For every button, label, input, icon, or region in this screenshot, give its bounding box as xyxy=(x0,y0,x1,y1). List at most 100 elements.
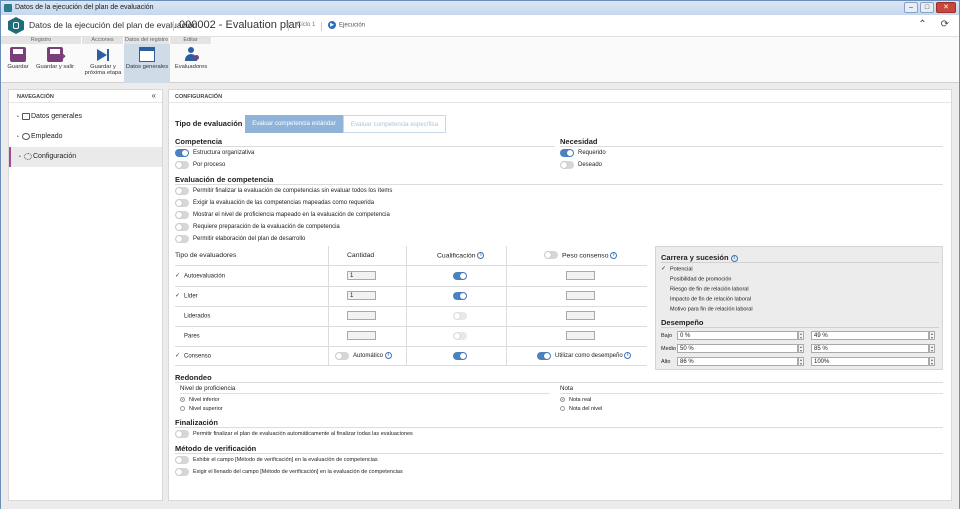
career-succession-panel: Carrera y sucesión i ✓ Potencial Posibili… xyxy=(655,246,943,370)
performance-from-input[interactable]: 0 % xyxy=(677,331,798,340)
row-peers: Pares xyxy=(175,333,200,340)
save-and-exit-button[interactable]: ➜ Guardar y salir xyxy=(34,45,76,83)
nav-item-employee[interactable]: • Empleado xyxy=(9,127,162,147)
qualification-toggle[interactable] xyxy=(453,332,467,340)
competence-option-toggle[interactable] xyxy=(175,235,189,243)
required-toggle[interactable] xyxy=(560,149,574,157)
ribbon-group-editar: Editar Evaluadores xyxy=(170,37,212,83)
info-icon[interactable]: i xyxy=(477,252,485,259)
document-title: 000002 - Evaluation plan xyxy=(179,19,301,31)
spinner-icon[interactable]: ▴ ▾ xyxy=(798,344,804,353)
minimize-button[interactable]: – xyxy=(904,2,918,13)
check-icon[interactable]: ✓ xyxy=(175,273,181,279)
qualification-toggle[interactable] xyxy=(453,312,467,320)
performance-to-input[interactable]: 100% xyxy=(811,357,929,366)
weight-input[interactable] xyxy=(566,271,595,280)
spinner-icon[interactable]: ▴ ▾ xyxy=(798,331,804,340)
require-method-toggle[interactable] xyxy=(175,468,189,476)
lower-level-option[interactable]: Nivel inferior xyxy=(180,397,220,403)
col-consensus-weight-label: Peso consenso xyxy=(562,252,609,260)
performance-from-input[interactable]: 86 % xyxy=(677,357,798,366)
info-icon[interactable]: i xyxy=(730,254,738,262)
quantity-input[interactable]: 1 xyxy=(347,291,376,300)
checkbox-icon[interactable] xyxy=(661,296,667,302)
competence-option-toggle[interactable] xyxy=(175,199,189,207)
spinner-icon[interactable]: ▴ ▾ xyxy=(929,331,935,340)
radio-icon[interactable] xyxy=(560,406,565,412)
checkbox-icon[interactable] xyxy=(661,286,667,292)
collapse-header-icon[interactable]: ⌃ xyxy=(918,19,926,30)
radio-icon[interactable] xyxy=(180,406,185,412)
performance-to-input[interactable]: 49 % xyxy=(811,331,929,340)
career-title-text: Carrera y sucesión xyxy=(661,253,729,262)
weight-input[interactable] xyxy=(566,291,595,300)
evaluators-button[interactable]: Evaluadores xyxy=(170,45,212,83)
check-icon[interactable]: ✓ xyxy=(661,266,667,272)
show-method-toggle[interactable] xyxy=(175,456,189,464)
general-data-label: Datos generales xyxy=(125,64,169,70)
general-data-button[interactable]: Datos generales xyxy=(124,45,170,83)
lower-level-label: Nivel inferior xyxy=(189,397,220,403)
checkbox-icon[interactable] xyxy=(661,306,667,312)
consensus-weight-toggle[interactable] xyxy=(544,251,558,259)
row-leader: ✓ Líder xyxy=(175,293,198,300)
ribbon-group-label: Acciones xyxy=(82,37,124,44)
checkbox-icon[interactable] xyxy=(661,276,667,282)
level-grade-option[interactable]: Nota del nivel xyxy=(560,406,602,412)
nav-item-configuration[interactable]: • Configuración xyxy=(9,147,162,167)
qualification-toggle[interactable] xyxy=(453,292,467,300)
require-method-label: Exigir el llenado del campo [Método de v… xyxy=(193,469,403,475)
row-label: Liderados xyxy=(184,313,211,320)
checkbox-icon[interactable] xyxy=(175,333,181,339)
evaluation-type-toggle: Evaluar competencia estándar Evaluar com… xyxy=(245,115,446,133)
by-process-toggle[interactable] xyxy=(175,161,189,169)
check-icon[interactable]: ✓ xyxy=(175,293,181,299)
auto-finalize-toggle[interactable] xyxy=(175,430,189,438)
use-as-performance-toggle[interactable] xyxy=(537,352,551,360)
info-icon[interactable]: i xyxy=(384,352,392,359)
save-next-step-button[interactable]: Guardar y próxima etapa xyxy=(82,45,124,83)
need-section-title: Necesidad xyxy=(560,137,598,146)
refresh-icon[interactable]: ⟳ xyxy=(941,19,949,30)
qualification-toggle[interactable] xyxy=(453,352,467,360)
automatic-toggle[interactable] xyxy=(335,352,349,360)
real-grade-option[interactable]: Nota real xyxy=(560,397,591,403)
maximize-button[interactable]: □ xyxy=(920,2,934,13)
save-button[interactable]: Guardar xyxy=(3,45,33,83)
weight-input[interactable] xyxy=(566,311,595,320)
org-structure-toggle[interactable] xyxy=(175,149,189,157)
quantity-input[interactable] xyxy=(347,331,376,340)
competence-option-toggle[interactable] xyxy=(175,211,189,219)
spinner-icon[interactable]: ▴ ▾ xyxy=(929,344,935,353)
specific-competence-option[interactable]: Evaluar competencia específica xyxy=(343,115,446,133)
nav-item-general-data[interactable]: • Datos generales xyxy=(9,107,162,127)
radio-icon[interactable] xyxy=(180,397,185,403)
desired-toggle[interactable] xyxy=(560,161,574,169)
competence-option-toggle[interactable] xyxy=(175,187,189,195)
users-icon xyxy=(183,47,199,62)
ribbon-group-registro: Registro Guardar ➜ Guardar y salir xyxy=(1,37,82,83)
quantity-input[interactable] xyxy=(347,311,376,320)
close-button[interactable]: ✕ xyxy=(936,2,956,13)
radio-icon[interactable] xyxy=(560,397,565,403)
checkbox-icon[interactable] xyxy=(175,313,181,319)
col-evaluator-type: Tipo de evaluadores xyxy=(175,252,237,259)
check-icon[interactable]: ✓ xyxy=(175,353,181,359)
org-structure-label: Estructura organizativa xyxy=(193,150,255,156)
competence-option-toggle[interactable] xyxy=(175,223,189,231)
standard-competence-option[interactable]: Evaluar competencia estándar xyxy=(245,115,343,133)
quantity-input[interactable]: 1 xyxy=(347,271,376,280)
weight-input[interactable] xyxy=(566,331,595,340)
collapse-nav-icon[interactable]: « xyxy=(152,91,156,100)
spinner-icon[interactable]: ▴ ▾ xyxy=(929,357,935,366)
qualification-toggle[interactable] xyxy=(453,272,467,280)
ribbon-toolbar: Registro Guardar ➜ Guardar y salir Accio… xyxy=(1,37,959,83)
col-quantity: Cantidad xyxy=(347,252,375,259)
performance-from-input[interactable]: 50 % xyxy=(677,344,798,353)
performance-to-input[interactable]: 85 % xyxy=(811,344,929,353)
info-icon[interactable]: i xyxy=(624,352,632,359)
career-item: Posibilidad de promoción xyxy=(661,276,731,282)
spinner-icon[interactable]: ▴ ▾ xyxy=(798,357,804,366)
upper-level-option[interactable]: Nivel superior xyxy=(180,406,223,412)
info-icon[interactable]: i xyxy=(610,252,618,259)
